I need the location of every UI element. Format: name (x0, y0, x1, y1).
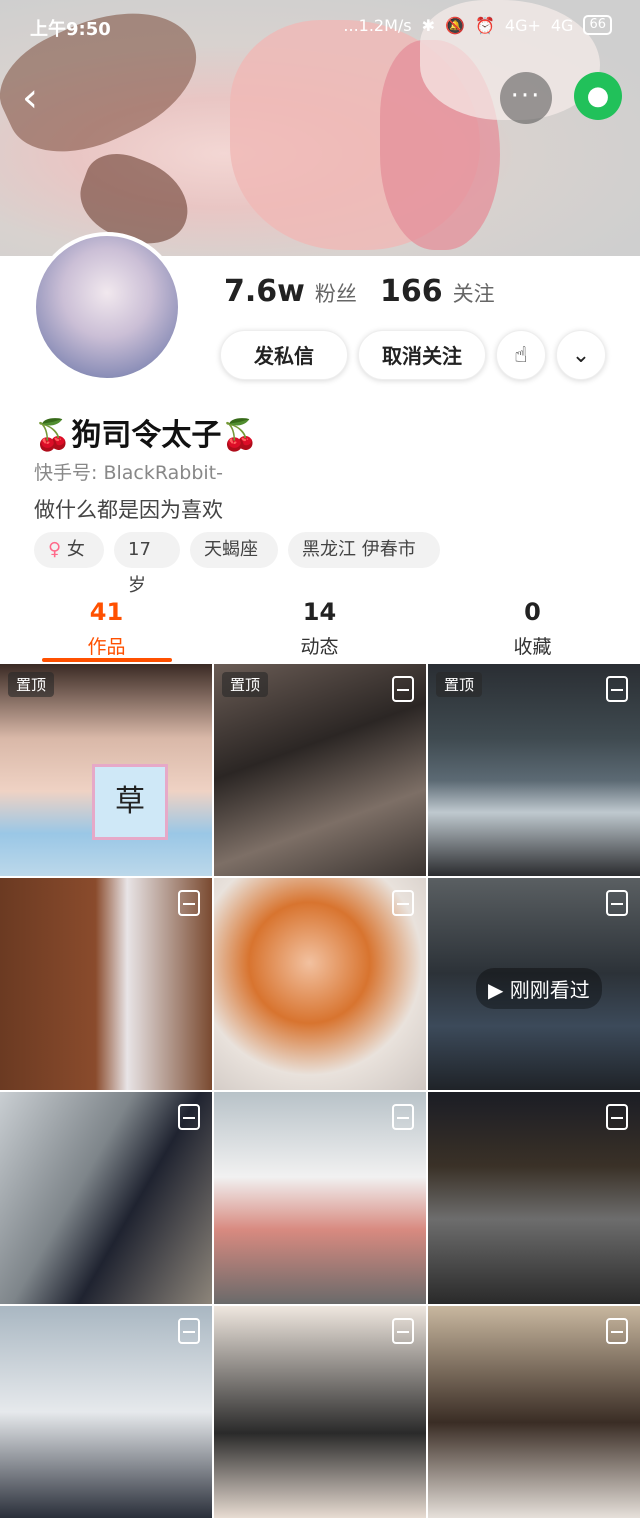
more-button[interactable]: ··· (500, 72, 552, 124)
avatar[interactable] (32, 232, 182, 382)
sticker: 草 (92, 764, 168, 840)
video-icon (178, 1104, 200, 1130)
grid-item[interactable] (214, 1092, 426, 1304)
tag-location: 黑龙江 伊春市 (288, 532, 440, 568)
video-icon (392, 1318, 414, 1344)
kuaishou-id: 快手号: BlackRabbit- (34, 462, 223, 484)
grid-item[interactable] (214, 878, 426, 1090)
grid-item[interactable]: 置顶 草 (0, 664, 212, 876)
grid-item[interactable] (0, 1092, 212, 1304)
video-icon (606, 1318, 628, 1344)
works-grid: 置顶 草 置顶 置顶 ▶ 刚刚看过 (0, 664, 640, 1518)
mute-icon: 🔕 (445, 15, 465, 35)
pinned-badge: 置顶 (436, 672, 483, 697)
grid-item[interactable]: ▶ 刚刚看过 (428, 878, 640, 1090)
signal-2: 4G (550, 15, 574, 35)
tab-favorites-label: 收藏 (513, 636, 552, 658)
followers-count: 7.6w (224, 274, 305, 309)
female-icon: ♀ (48, 539, 62, 560)
profile-name: 🍒狗司令太子🍒 (34, 418, 259, 453)
video-icon (392, 676, 414, 702)
wechat-share-button[interactable]: ● (574, 72, 622, 120)
unfollow-button[interactable]: 取消关注 (358, 330, 486, 380)
tab-moments[interactable]: 14 动态 (213, 594, 426, 659)
battery-indicator: 66 (583, 15, 612, 35)
grid-item[interactable] (214, 1306, 426, 1518)
tab-favorites-count: 0 (524, 598, 541, 626)
bluetooth-icon: ✱ (421, 15, 436, 35)
grid-item[interactable] (0, 878, 212, 1090)
following-label: 关注 (452, 282, 495, 306)
following-count: 166 (380, 274, 443, 309)
tab-moments-label: 动态 (300, 636, 339, 658)
chevron-down-icon: ⌄ (571, 343, 591, 368)
send-message-button[interactable]: 发私信 (220, 330, 348, 380)
video-icon (392, 1104, 414, 1130)
grid-item[interactable] (428, 1306, 640, 1518)
chevron-left-icon: ‹ (22, 75, 38, 121)
recently-viewed-badge: ▶ 刚刚看过 (476, 968, 602, 1009)
video-icon (606, 890, 628, 916)
touch-button[interactable]: ☝ (496, 330, 546, 380)
followers-label: 粉丝 (314, 282, 357, 306)
grid-item[interactable]: 置顶 (214, 664, 426, 876)
grid-item[interactable] (428, 1092, 640, 1304)
tab-works-count: 41 (89, 598, 124, 626)
back-button[interactable]: ‹ (22, 78, 62, 118)
content-tabs: 41 作品 14 动态 0 收藏 (0, 594, 640, 664)
following-stat[interactable]: 166 关注 (380, 274, 495, 309)
video-icon (606, 676, 628, 702)
alarm-icon: ⏰ (474, 15, 495, 35)
signal-1: 4G+ (504, 15, 541, 35)
hand-pointer-icon: ☝ (514, 343, 528, 368)
status-bar: 上午9:50 ...1.2M/s ✱ 🔕 ⏰ 4G+ 4G 66 (0, 0, 640, 54)
tag-gender: ♀ 女 (34, 532, 104, 568)
network-speed: ...1.2M/s (343, 15, 412, 35)
tab-moments-count: 14 (302, 598, 337, 626)
grid-item[interactable] (0, 1306, 212, 1518)
video-icon (178, 1318, 200, 1344)
tab-works[interactable]: 41 作品 (0, 594, 213, 659)
tab-works-label: 作品 (87, 636, 126, 658)
grid-item[interactable]: 置顶 (428, 664, 640, 876)
expand-button[interactable]: ⌄ (556, 330, 606, 380)
profile-bio: 做什么都是因为喜欢 (34, 498, 223, 522)
pinned-badge: 置顶 (8, 672, 55, 697)
followers-stat[interactable]: 7.6w 粉丝 (224, 274, 357, 309)
tab-favorites[interactable]: 0 收藏 (426, 594, 639, 659)
video-icon (392, 890, 414, 916)
tag-age: 17岁 (114, 532, 180, 596)
pinned-badge: 置顶 (222, 672, 269, 697)
video-icon (606, 1104, 628, 1130)
active-tab-indicator (42, 658, 172, 662)
tag-gender-label: 女 (66, 539, 85, 560)
wechat-icon: ● (586, 81, 610, 111)
video-icon (178, 890, 200, 916)
status-time: 上午9:50 (30, 19, 111, 40)
tag-zodiac: 天蝎座 (190, 532, 278, 568)
